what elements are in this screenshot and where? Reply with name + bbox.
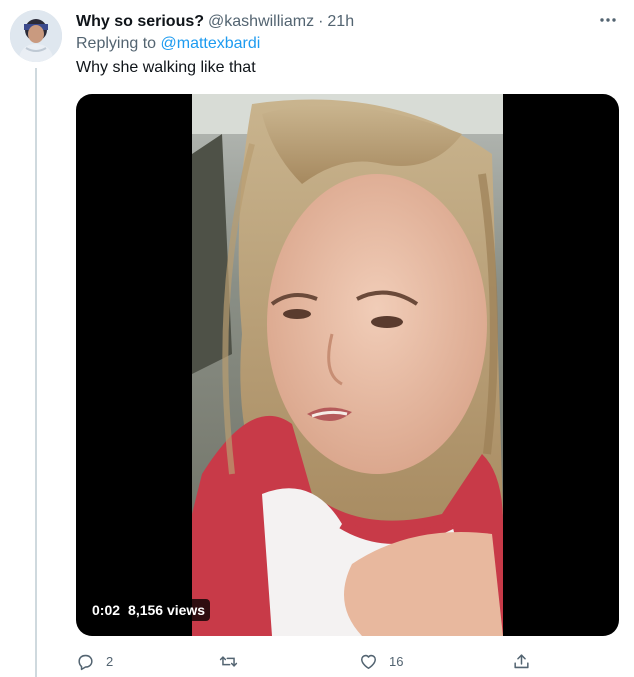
reply-icon (78, 654, 93, 670)
reply-button[interactable]: 2 (76, 648, 113, 674)
action-bar: 2 16 (76, 648, 536, 674)
replying-mention-link[interactable]: @mattexbardi (161, 35, 261, 52)
replying-to: Replying to @mattexbardi (76, 35, 260, 53)
tweet-header: Why so serious? @kashwilliamz · 21h (76, 11, 624, 33)
more-icon[interactable] (594, 6, 622, 34)
video-stats-badge: 0:02 8,156 views (87, 599, 211, 621)
avatar-column (10, 10, 62, 62)
display-name[interactable]: Why so serious? (76, 13, 204, 31)
like-button[interactable]: 16 (359, 648, 403, 674)
timestamp[interactable]: 21h (327, 13, 354, 31)
more-icon-glyph (600, 18, 616, 22)
tweet[interactable]: Why so serious? @kashwilliamz · 21h Repl… (0, 0, 634, 677)
video-player[interactable]: 0:02 8,156 views (76, 94, 619, 636)
separator-dot: · (318, 13, 324, 30)
replying-prefix: Replying to (76, 35, 157, 52)
like-count: 16 (389, 653, 404, 669)
share-icon (514, 653, 529, 668)
reply-count: 2 (106, 653, 114, 669)
tweet-text: Why she walking like that (76, 59, 256, 76)
retweet-icon (219, 655, 238, 667)
video-views: 8,156 views (128, 602, 206, 618)
avatar[interactable] (10, 10, 62, 62)
thread-line (35, 68, 37, 677)
retweet-button[interactable] (219, 648, 238, 674)
video-thumbnail (192, 94, 503, 636)
video-duration: 0:02 (92, 602, 121, 618)
user-handle[interactable]: @kashwilliamz (208, 13, 314, 31)
share-button[interactable] (512, 648, 531, 674)
like-icon (361, 654, 376, 669)
